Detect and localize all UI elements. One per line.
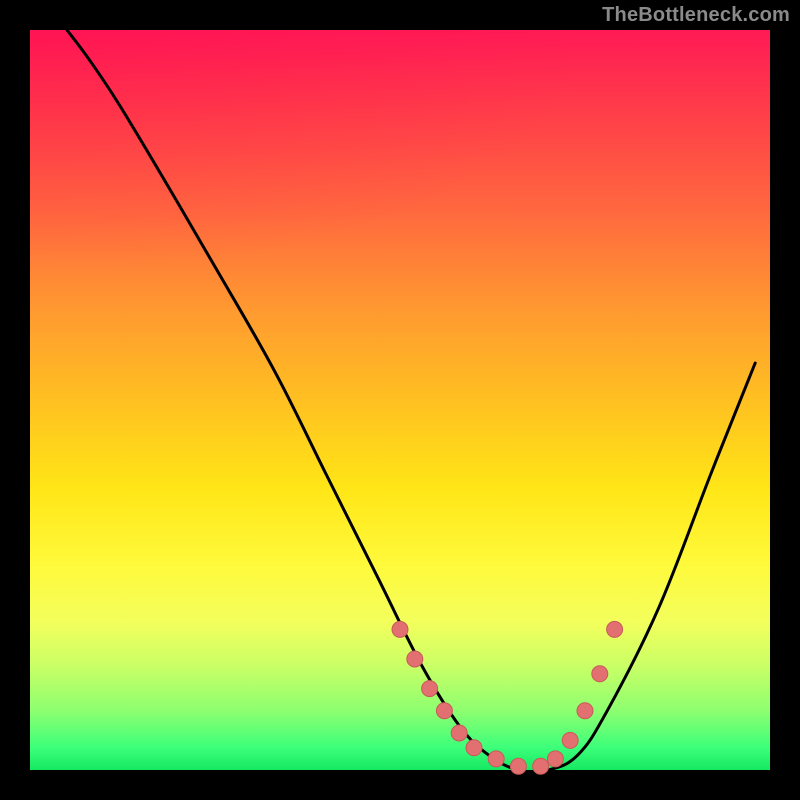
highlight-point (488, 751, 504, 767)
highlighted-points (392, 621, 623, 774)
watermark-text: TheBottleneck.com (602, 4, 790, 27)
highlight-point (451, 725, 467, 741)
highlight-point (562, 732, 578, 748)
highlight-point (510, 758, 526, 774)
highlight-point (592, 666, 608, 682)
highlight-point (436, 703, 452, 719)
highlight-point (422, 681, 438, 697)
highlight-point (407, 651, 423, 667)
chart-outer-frame: TheBottleneck.com (0, 0, 800, 800)
highlight-point (577, 703, 593, 719)
highlight-point (533, 758, 549, 774)
chart-svg (30, 30, 770, 770)
highlight-point (392, 621, 408, 637)
highlight-point (547, 751, 563, 767)
highlight-point (607, 621, 623, 637)
highlight-point (466, 740, 482, 756)
